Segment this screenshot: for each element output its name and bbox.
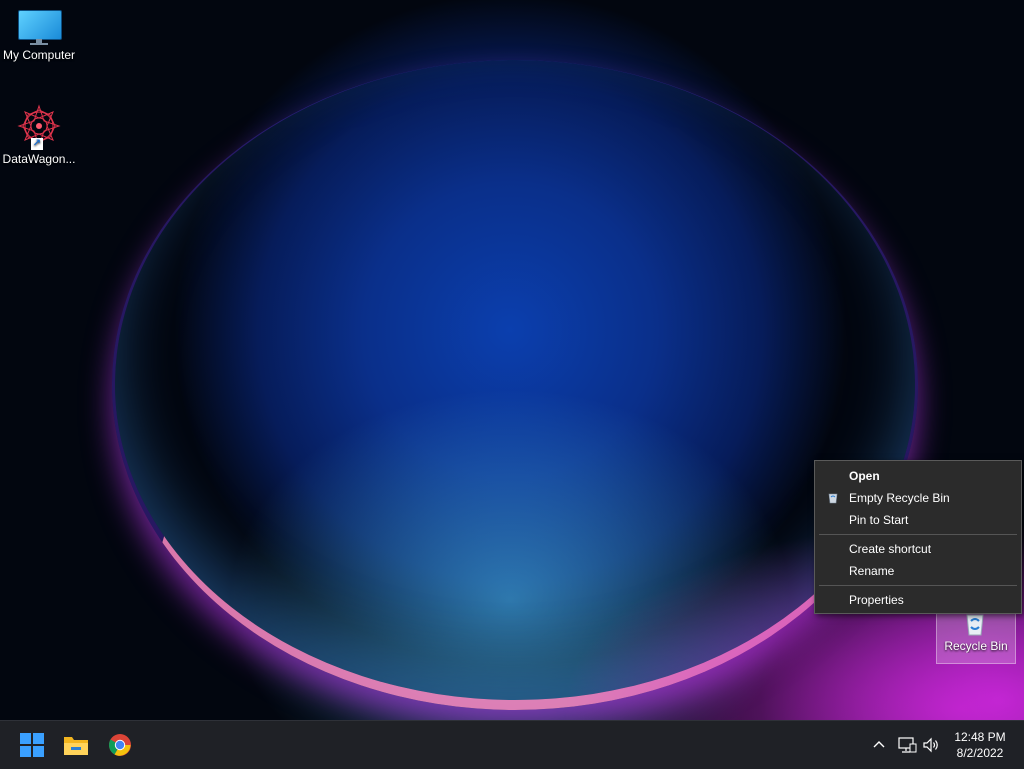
desktop-icon-datawagon[interactable]: ↗ DataWagon... bbox=[0, 104, 78, 166]
menu-item-properties[interactable]: Properties bbox=[815, 589, 1021, 611]
desktop[interactable]: My Computer ↗ DataWagon... Recycle Bin O… bbox=[0, 0, 1024, 720]
menu-item-label: Empty Recycle Bin bbox=[849, 491, 950, 505]
recycle-bin-icon bbox=[828, 493, 838, 504]
file-explorer-button[interactable] bbox=[60, 729, 92, 761]
chrome-button[interactable] bbox=[104, 729, 136, 761]
desktop-icon-my-computer[interactable]: My Computer bbox=[0, 10, 78, 62]
shortcut-arrow-icon: ↗ bbox=[31, 138, 43, 150]
chevron-up-icon[interactable] bbox=[870, 736, 888, 754]
clock-date: 8/2/2022 bbox=[956, 746, 1004, 760]
monitor-icon bbox=[18, 10, 62, 45]
clock-time: 12:48 PM bbox=[954, 730, 1006, 744]
menu-item-label: Properties bbox=[849, 593, 904, 607]
wallpaper-bloom bbox=[112, 60, 918, 710]
desktop-icon-recycle-bin[interactable]: Recycle Bin bbox=[936, 606, 1016, 664]
starburst-app-icon: ↗ bbox=[17, 104, 61, 150]
volume-icon[interactable] bbox=[921, 735, 941, 755]
menu-item-empty-recycle-bin[interactable]: Empty Recycle Bin bbox=[815, 487, 1021, 509]
menu-separator bbox=[819, 585, 1017, 586]
windows-logo-icon bbox=[20, 733, 44, 757]
start-button[interactable] bbox=[16, 729, 48, 761]
menu-item-label: Open bbox=[849, 469, 880, 483]
desktop-icon-label: Recycle Bin bbox=[944, 639, 1008, 653]
desktop-icon-label: My Computer bbox=[2, 48, 76, 62]
network-icon[interactable] bbox=[897, 735, 917, 755]
menu-item-label: Pin to Start bbox=[849, 513, 909, 527]
menu-item-pin-to-start[interactable]: Pin to Start bbox=[815, 509, 1021, 531]
context-menu: Open Empty Recycle Bin Pin to Start Crea… bbox=[814, 460, 1022, 614]
taskbar-clock[interactable]: 12:48 PM 8/2/2022 bbox=[948, 729, 1012, 761]
menu-item-open[interactable]: Open bbox=[815, 465, 1021, 487]
desktop-icon-label: DataWagon... bbox=[2, 152, 76, 166]
folder-icon bbox=[64, 737, 88, 755]
menu-item-rename[interactable]: Rename bbox=[815, 560, 1021, 582]
taskbar: 12:48 PM 8/2/2022 bbox=[0, 720, 1024, 769]
menu-item-create-shortcut[interactable]: Create shortcut bbox=[815, 538, 1021, 560]
menu-item-label: Rename bbox=[849, 564, 895, 578]
menu-separator bbox=[819, 534, 1017, 535]
menu-item-label: Create shortcut bbox=[849, 542, 932, 556]
chrome-icon bbox=[109, 734, 131, 756]
